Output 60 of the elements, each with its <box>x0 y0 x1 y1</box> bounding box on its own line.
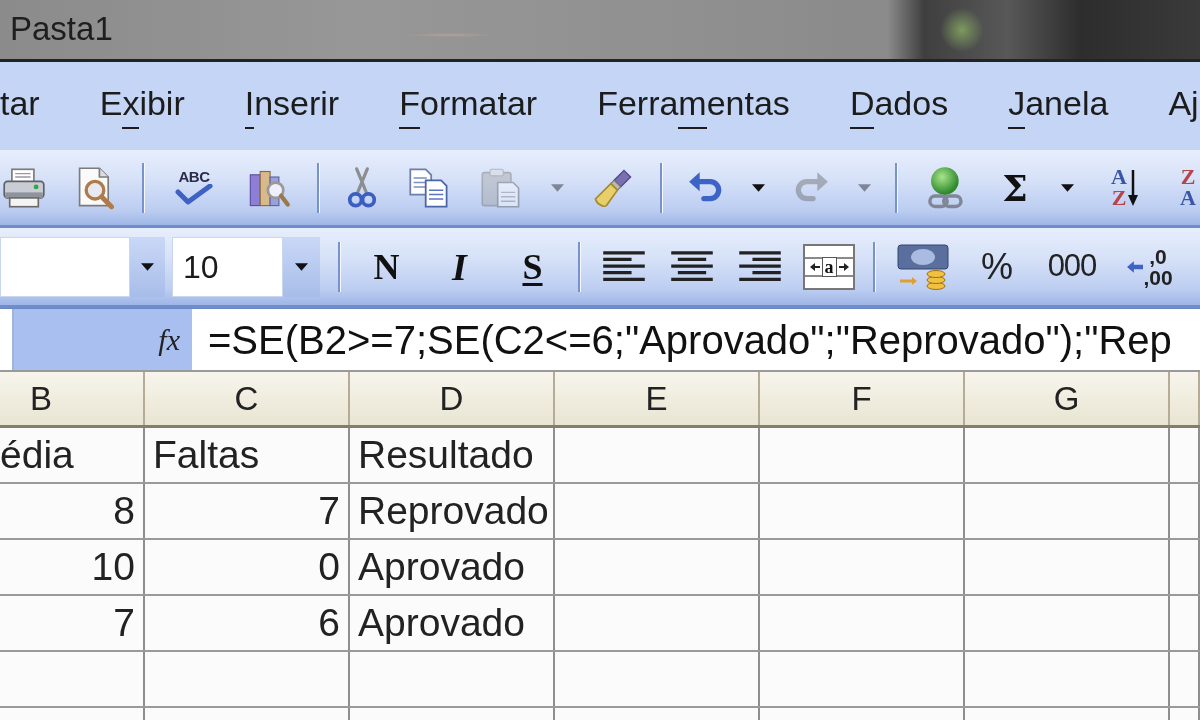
column-header[interactable]: C <box>145 372 350 425</box>
table-cell: 8 <box>0 484 145 538</box>
caret-icon <box>857 183 871 192</box>
column-header[interactable]: D <box>350 372 555 425</box>
caret-icon <box>1060 183 1074 192</box>
percent-button[interactable]: % <box>972 237 1022 296</box>
table-cell: 6 <box>145 596 350 650</box>
autosum-button[interactable]: Σ <box>994 158 1036 217</box>
menu-item[interactable]: Inserir <box>244 83 340 129</box>
align-center-icon <box>671 249 713 284</box>
increase-decimal-button[interactable]: ,0 ,00 <box>1122 237 1178 296</box>
insert-function-button[interactable]: fx <box>154 324 184 355</box>
table-cell: Aprovado <box>350 596 555 650</box>
table-cell: édia <box>0 428 145 482</box>
table-cell: Resultado <box>350 428 555 482</box>
table-cell: Faltas <box>145 428 350 482</box>
table-cell: Reprovado <box>350 484 555 538</box>
thousands-button[interactable]: 000 <box>1040 237 1104 296</box>
font-size-field[interactable]: 10 <box>172 236 283 297</box>
column-header[interactable]: G <box>965 372 1170 425</box>
banknote-coins-icon <box>896 242 952 291</box>
font-name-field[interactable] <box>0 236 130 297</box>
caret-icon <box>550 183 564 192</box>
arrow-right-icon <box>838 262 849 271</box>
arrow-left-icon <box>809 262 820 271</box>
scissors-icon <box>346 165 378 210</box>
dropdown-button[interactable] <box>283 236 320 297</box>
dropdown-button[interactable] <box>130 236 165 297</box>
merge-center-button[interactable]: a <box>803 243 855 290</box>
underline-button[interactable]: S <box>505 237 560 296</box>
menu-item[interactable]: Dados <box>849 83 949 129</box>
align-left-icon <box>603 249 645 284</box>
caret-icon <box>751 183 765 192</box>
italic-button[interactable]: I <box>432 237 487 296</box>
sort-descending-button[interactable]: Z A <box>1174 158 1200 217</box>
column-header[interactable]: E <box>555 372 760 425</box>
printer-icon <box>2 165 46 210</box>
menu-item[interactable]: Formatar <box>399 83 538 129</box>
window-title: Pasta1 <box>10 11 113 48</box>
checkmark-icon <box>174 184 214 206</box>
caret-icon <box>295 262 308 271</box>
table-cell: 0 <box>145 540 350 594</box>
menu-item[interactable]: Aj <box>1168 83 1199 129</box>
arrow-down-icon <box>1126 167 1139 208</box>
column-header[interactable]: B <box>0 372 145 425</box>
column-header[interactable]: F <box>760 372 965 425</box>
menu-item[interactable]: Janela <box>1008 83 1109 129</box>
spelling-button[interactable]: ABC <box>167 158 221 217</box>
table-cell: 7 <box>0 596 145 650</box>
bold-button[interactable]: N <box>359 237 414 296</box>
align-right-icon <box>739 249 781 284</box>
arrow-left-icon <box>1127 260 1144 273</box>
table-cell: 7 <box>145 484 350 538</box>
caret-icon <box>141 262 154 271</box>
sort-ascending-button[interactable]: A Z <box>1098 158 1152 217</box>
menu-item[interactable]: Exibir <box>99 83 185 129</box>
table-cell: 10 <box>0 540 145 594</box>
menu-item[interactable]: Ferramentas <box>597 83 790 129</box>
table-cell: Aprovado <box>350 540 555 594</box>
menu-item[interactable]: tar <box>0 83 40 129</box>
